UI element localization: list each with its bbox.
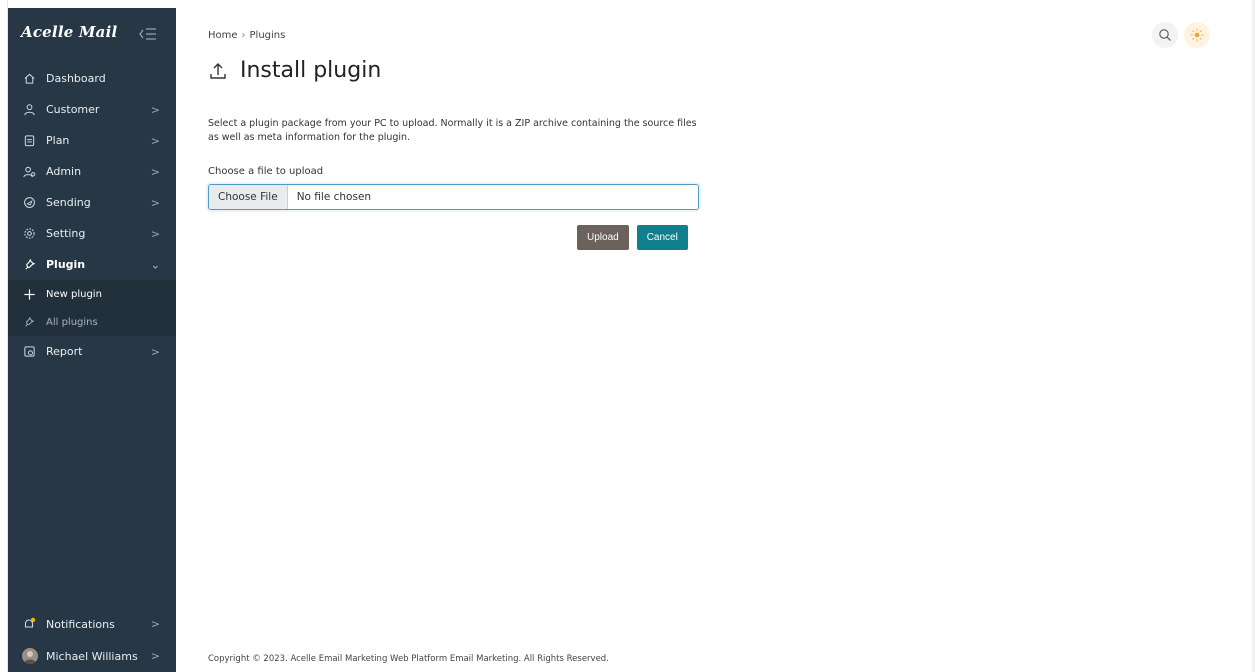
home-icon <box>22 72 36 86</box>
chevron-down-icon: ⌄ <box>150 258 160 271</box>
upload-button[interactable]: Upload <box>577 225 629 250</box>
sidebar-item-label: Report <box>46 345 83 358</box>
breadcrumb-home-link[interactable]: Home <box>208 30 238 41</box>
chevron-right-icon: > <box>150 617 160 631</box>
page-title: Install plugin <box>240 58 382 83</box>
sending-icon <box>22 196 36 210</box>
sidebar-item-label: Sending <box>46 196 91 209</box>
gear-icon <box>22 227 36 241</box>
plus-icon <box>22 287 36 301</box>
chevron-right-icon: > <box>150 649 160 663</box>
sidebar-item-dashboard[interactable]: Dashboard <box>8 63 176 94</box>
sidebar-item-plan[interactable]: Plan > <box>8 125 176 156</box>
form-actions: Upload Cancel <box>577 225 688 250</box>
sidebar-menu: Dashboard Customer > Plan > Admin > Send… <box>8 63 176 367</box>
breadcrumb-current[interactable]: Plugins <box>250 30 286 41</box>
sidebar-item-label: Setting <box>46 227 86 240</box>
file-status-text: No file chosen <box>296 191 372 203</box>
file-upload-label: Choose a file to upload <box>208 166 324 177</box>
plug-icon <box>22 258 36 272</box>
sidebar-subitem-label: All plugins <box>46 316 98 328</box>
sidebar-item-notifications[interactable]: Notifications > <box>8 608 176 640</box>
sidebar-item-admin[interactable]: Admin > <box>8 156 176 187</box>
cancel-button[interactable]: Cancel <box>636 225 688 250</box>
sidebar-item-label: Dashboard <box>46 72 106 85</box>
file-upload-input[interactable]: Choose File No file chosen <box>208 184 699 210</box>
plug-icon <box>22 315 36 329</box>
clipboard-icon <box>22 134 36 148</box>
chevron-right-icon: > <box>150 345 160 358</box>
sidebar-item-label: Plugin <box>46 258 86 271</box>
sidebar-bottom: Notifications > Michael Williams > <box>8 608 176 672</box>
footer-copyright: Copyright © 2023. Acelle Email Marketing… <box>208 654 609 664</box>
sidebar-item-setting[interactable]: Setting > <box>8 218 176 249</box>
theme-toggle-button[interactable] <box>1184 22 1210 48</box>
search-icon <box>1159 29 1171 41</box>
sidebar-item-label: Admin <box>46 165 82 178</box>
sidebar-subitem-label: New plugin <box>46 288 102 300</box>
brand-logo: Acelle Mail <box>21 23 118 41</box>
sidebar: Acelle Mail Dashboard Customer > Plan > … <box>8 8 176 672</box>
bell-icon <box>22 617 36 631</box>
sidebar-collapse-icon[interactable] <box>138 26 158 42</box>
upload-icon <box>208 61 228 81</box>
breadcrumb: Home › Plugins <box>208 30 285 41</box>
report-icon <box>22 345 36 359</box>
sun-icon <box>1190 28 1204 42</box>
sidebar-user-name: Michael Williams <box>46 649 138 663</box>
page-description: Select a plugin package from your PC to … <box>208 118 697 143</box>
sidebar-item-plugin[interactable]: Plugin ⌄ <box>8 249 176 280</box>
sidebar-item-label: Notifications <box>46 617 115 631</box>
chevron-right-icon: > <box>150 134 160 147</box>
admin-icon <box>22 165 36 179</box>
chevron-right-icon: > <box>150 196 160 209</box>
search-button[interactable] <box>1152 22 1178 48</box>
breadcrumb-separator: › <box>241 30 246 41</box>
sidebar-item-customer[interactable]: Customer > <box>8 94 176 125</box>
sidebar-subitem-all-plugins[interactable]: All plugins <box>8 308 176 336</box>
window-left-edge <box>0 0 8 672</box>
sidebar-subitem-new-plugin[interactable]: New plugin <box>8 280 176 308</box>
sidebar-item-sending[interactable]: Sending > <box>8 187 176 218</box>
chevron-right-icon: > <box>150 227 160 240</box>
chevron-right-icon: > <box>150 165 160 178</box>
user-icon <box>22 103 36 117</box>
sidebar-item-report[interactable]: Report > <box>8 336 176 367</box>
avatar <box>22 648 38 664</box>
top-right-actions <box>1152 22 1210 48</box>
choose-file-button[interactable]: Choose File <box>209 185 288 209</box>
main-content: Home › Plugins Install plugin Select a plu… <box>208 0 1208 672</box>
chevron-right-icon: > <box>150 103 160 116</box>
sidebar-item-label: Plan <box>46 134 70 147</box>
sidebar-item-user[interactable]: Michael Williams > <box>8 640 176 672</box>
page-header: Install plugin <box>208 58 381 83</box>
sidebar-item-label: Customer <box>46 103 100 116</box>
